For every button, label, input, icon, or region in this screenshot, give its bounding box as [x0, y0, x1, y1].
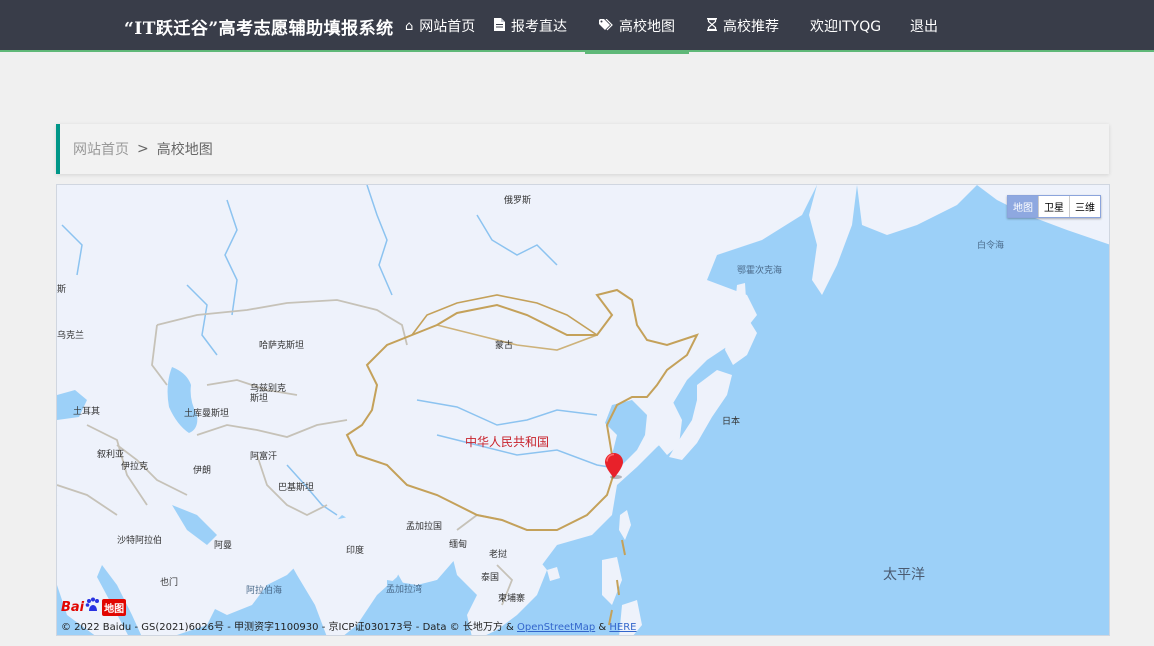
nav-item-recommend-label: 高校推荐: [723, 19, 779, 35]
baidu-map[interactable]: 俄罗斯 哈萨克斯坦 蒙古 乌兹别克 斯坦 土库曼斯坦 土耳其 叙利亚 伊拉克 伊…: [56, 184, 1110, 636]
map-label-cambodia: 柬埔寨: [498, 594, 526, 604]
map-label-china: 中华人民共和国: [465, 435, 550, 449]
map-label-bay-of-bengal: 孟加拉湾: [386, 585, 423, 595]
map-label-laos: 老挝: [489, 550, 508, 560]
map-label-russia: 俄罗斯: [504, 196, 532, 206]
nav-item-home[interactable]: ⌂ 网站首页: [405, 0, 475, 52]
user-welcome-label: 欢迎ITYQG: [810, 19, 882, 35]
map-label-mongolia: 蒙古: [495, 341, 514, 351]
breadcrumb: 网站首页 > 高校地图: [56, 124, 1109, 174]
hourglass-icon: [707, 18, 717, 34]
breadcrumb-home-link[interactable]: 网站首页: [73, 139, 129, 159]
nav-item-report-label: 报考直达: [511, 19, 567, 35]
logo-bai-text: Bai: [61, 599, 85, 615]
map-label-afghanistan: 阿富汗: [250, 452, 278, 462]
openstreetmap-link[interactable]: OpenStreetMap: [517, 622, 595, 633]
baidu-map-logo: Bai 地图: [61, 597, 127, 617]
map-label-ukraine: 乌克兰: [57, 331, 85, 341]
home-icon: ⌂: [405, 18, 414, 34]
map-label-pacific-ocean: 太平洋: [883, 567, 925, 583]
map-label-oman: 阿曼: [214, 541, 233, 551]
map-label-west-edge: 斯: [57, 285, 67, 295]
nav-item-home-label: 网站首页: [419, 19, 476, 35]
map-label-thailand: 泰国: [481, 573, 500, 583]
map-label-okhotsk-sea: 鄂霍次克海: [737, 266, 783, 276]
map-label-india: 印度: [346, 546, 365, 556]
nav-item-report[interactable]: 报考直达: [494, 0, 567, 52]
baidu-paw-icon: [85, 597, 101, 617]
logout-label: 退出: [910, 19, 938, 35]
map-label-turkey: 土耳其: [73, 407, 101, 417]
nav-item-map-label: 高校地图: [619, 19, 675, 35]
map-type-switch: 地图 卫星 三维: [1007, 195, 1101, 218]
map-label-iran: 伊朗: [193, 466, 212, 476]
breadcrumb-separator: >: [137, 141, 149, 157]
copyright-text: © 2022 Baidu - GS(2021)6026号 - 甲测资字11009…: [61, 622, 514, 633]
map-label-pakistan: 巴基斯坦: [278, 483, 315, 493]
map-label-turkmenistan: 土库曼斯坦: [184, 409, 230, 419]
copyright-amp: &: [598, 622, 607, 633]
here-link[interactable]: HERE: [609, 622, 636, 633]
map-label-japan: 日本: [722, 417, 741, 427]
site-title: “IT跃迁谷”高考志愿辅助填报系统: [124, 19, 394, 39]
nav-item-map[interactable]: 高校地图: [585, 0, 689, 54]
map-type-3d-button[interactable]: 三维: [1069, 196, 1100, 217]
map-type-normal-button[interactable]: 地图: [1008, 196, 1038, 217]
map-type-satellite-button[interactable]: 卫星: [1038, 196, 1069, 217]
map-label-uzbekistan: 乌兹别克 斯坦: [250, 384, 287, 404]
tag-icon: [599, 18, 613, 34]
map-label-myanmar: 缅甸: [449, 540, 468, 550]
map-label-syria: 叙利亚: [97, 450, 125, 460]
breadcrumb-current: 高校地图: [156, 142, 213, 158]
user-welcome-link[interactable]: 欢迎ITYQG: [810, 0, 881, 52]
document-icon: [494, 18, 505, 34]
map-pin-icon[interactable]: [605, 453, 623, 479]
map-label-bering-sea: 白令海: [977, 241, 1005, 251]
nav-item-recommend[interactable]: 高校推荐: [707, 0, 779, 52]
map-label-saudi-arabia: 沙特阿拉伯: [117, 536, 163, 546]
top-navbar: “IT跃迁谷”高考志愿辅助填报系统 ⌂ 网站首页 报考直达 高校地图 高校推荐 …: [0, 0, 1154, 54]
logout-link[interactable]: 退出: [910, 0, 938, 52]
map-label-arabian-sea: 阿拉伯海: [246, 586, 283, 596]
logo-ditu-text: 地图: [102, 598, 127, 616]
map-label-bangladesh: 孟加拉国: [406, 522, 443, 532]
map-label-kazakhstan: 哈萨克斯坦: [259, 341, 305, 351]
map-label-iraq: 伊拉克: [121, 462, 149, 472]
map-label-yemen: 也门: [160, 578, 179, 588]
map-copyright: © 2022 Baidu - GS(2021)6026号 - 甲测资字11009…: [61, 618, 637, 633]
